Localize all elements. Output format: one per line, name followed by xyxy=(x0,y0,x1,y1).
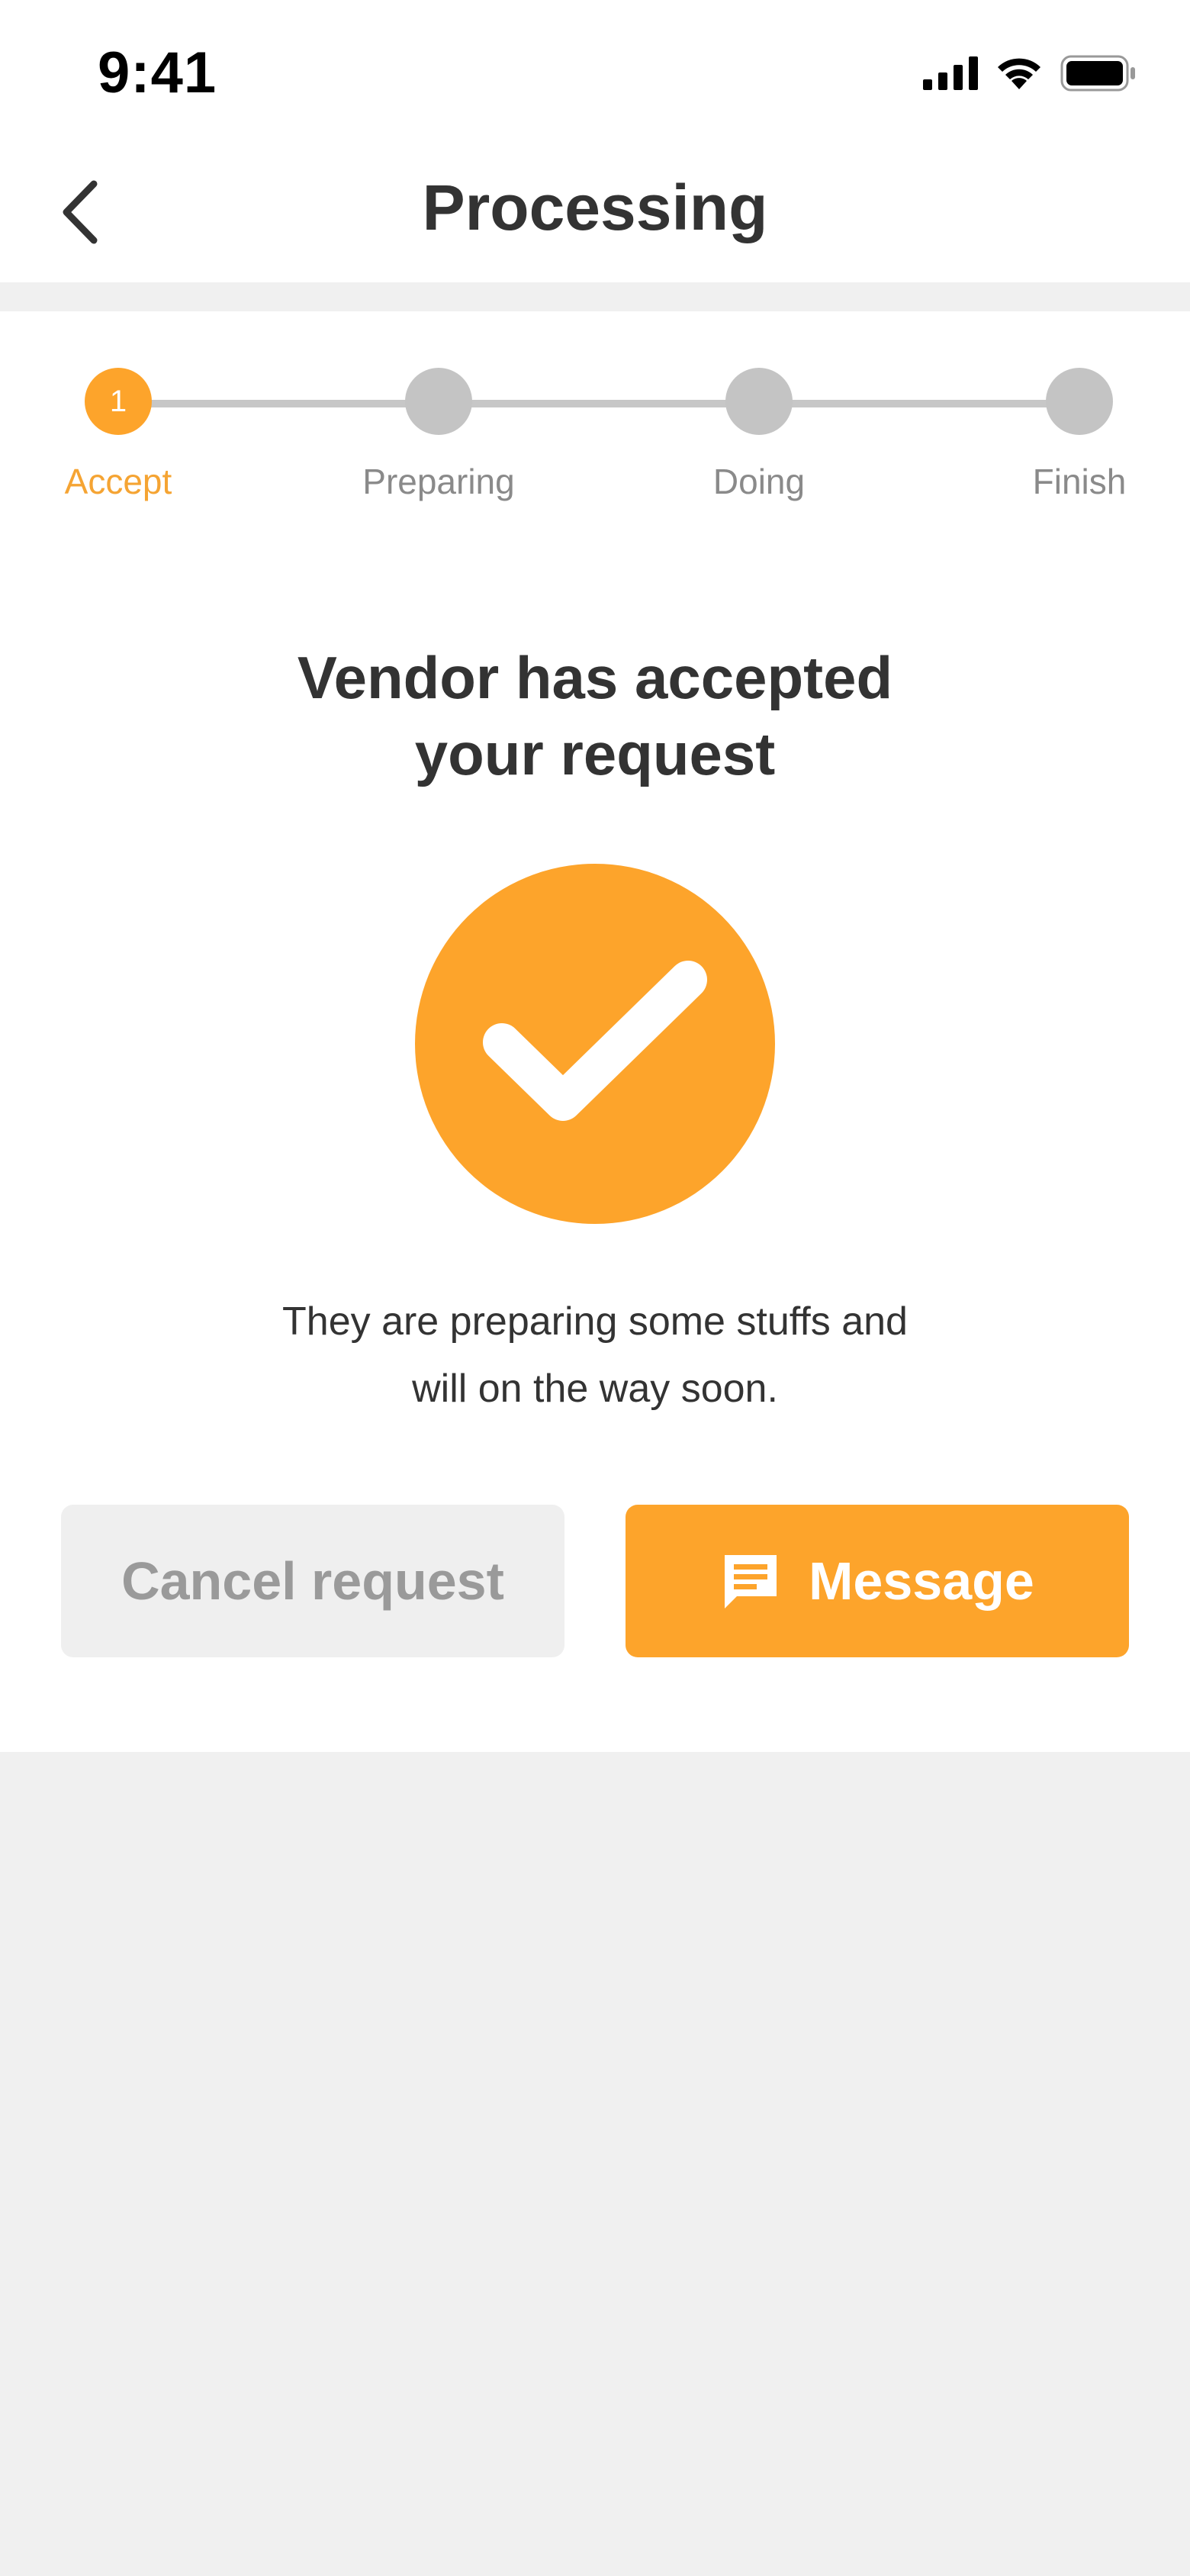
checkmark-icon xyxy=(483,961,707,1121)
page-title: Processing xyxy=(422,172,768,243)
step-dot-finish xyxy=(1046,368,1113,435)
headline-line-1: Vendor has accepted xyxy=(297,644,893,711)
step-label-doing: Doing xyxy=(712,462,806,501)
status-card: 1 Accept Preparing Doing Finish Vendor h… xyxy=(0,311,1190,1752)
description-line-2: will on the way soon. xyxy=(412,1367,778,1411)
stepper-track xyxy=(118,400,1079,407)
step-dot-accept: 1 xyxy=(85,368,152,435)
step-dot-preparing xyxy=(405,368,472,435)
step-dot-doing xyxy=(725,368,793,435)
step-label-accept: Accept xyxy=(64,462,172,501)
progress-stepper: 1 Accept Preparing Doing Finish xyxy=(0,311,1190,510)
status-icons xyxy=(923,50,1137,96)
message-label: Message xyxy=(809,1551,1034,1611)
description-line-1: They are preparing some stuffs and xyxy=(282,1299,908,1344)
status-time: 9:41 xyxy=(98,40,217,105)
status-bar: 9:41 xyxy=(0,0,1190,145)
chat-icon xyxy=(725,1555,777,1608)
wifi-icon xyxy=(998,58,1040,89)
cancel-request-label: Cancel request xyxy=(121,1551,504,1611)
status-headline: Vendor has accepted your request xyxy=(0,639,1190,792)
signal-icon xyxy=(923,56,978,90)
cancel-request-button[interactable]: Cancel request xyxy=(61,1505,564,1657)
success-badge xyxy=(415,864,775,1224)
battery-icon xyxy=(1060,55,1135,92)
headline-line-2: your request xyxy=(414,720,776,787)
message-button[interactable]: Message xyxy=(626,1505,1129,1657)
step-label-finish: Finish xyxy=(1032,462,1127,501)
divider xyxy=(0,282,1190,311)
header: Processing xyxy=(0,145,1190,282)
step-label-preparing: Preparing xyxy=(362,462,515,501)
status-description: They are preparing some stuffs and will … xyxy=(0,1288,1190,1422)
